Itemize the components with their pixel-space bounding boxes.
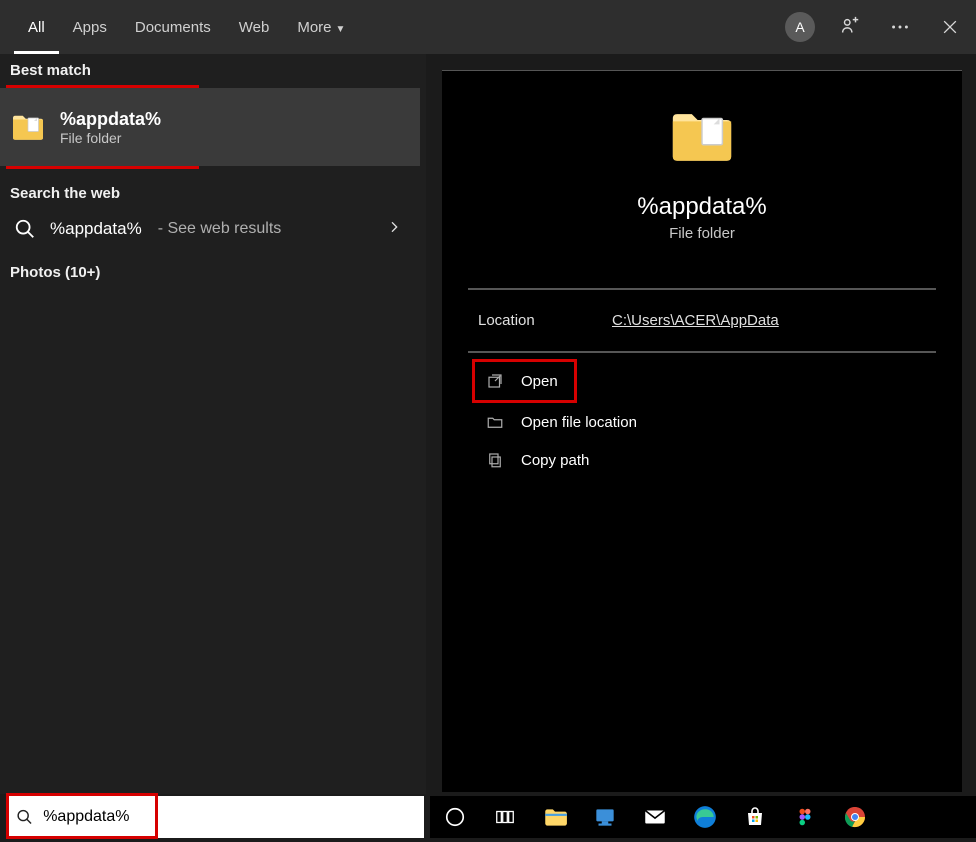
results-pane: Best match %appdata% File folder Search … <box>0 54 426 794</box>
taskbar-store-icon[interactable] <box>736 798 774 836</box>
action-copy-path[interactable]: Copy path <box>472 441 962 479</box>
account-avatar[interactable]: A <box>782 9 818 45</box>
chevron-right-icon <box>386 219 402 240</box>
taskbar-taskview-icon[interactable] <box>486 798 524 836</box>
feedback-icon[interactable] <box>832 9 868 45</box>
preview-pane: %appdata% File folder Location C:\Users\… <box>442 70 962 792</box>
tab-web[interactable]: Web <box>225 0 284 54</box>
action-open-location-label: Open file location <box>521 414 637 431</box>
folder-large-icon <box>667 101 737 171</box>
search-web-label: Search the web <box>0 169 426 208</box>
web-result-suffix: - See web results <box>158 220 282 238</box>
web-result-query: %appdata% <box>50 219 142 239</box>
action-open[interactable]: Open <box>475 362 574 400</box>
taskbar-mail-icon[interactable] <box>636 798 674 836</box>
photos-label[interactable]: Photos (10+) <box>0 250 426 287</box>
search-input-bar[interactable] <box>6 796 424 838</box>
taskbar-explorer-icon[interactable] <box>536 798 574 836</box>
best-match-item[interactable]: %appdata% File folder <box>0 88 420 166</box>
taskbar <box>430 796 976 838</box>
preview-subtitle: File folder <box>669 225 735 242</box>
copy-icon <box>485 450 505 470</box>
best-match-title: %appdata% <box>60 109 161 130</box>
folder-open-icon <box>485 412 505 432</box>
tab-documents[interactable]: Documents <box>121 0 225 54</box>
location-row: Location C:\Users\ACER\AppData <box>442 290 962 351</box>
action-open-location[interactable]: Open file location <box>472 403 962 441</box>
highlight-open: Open <box>472 359 577 403</box>
taskbar-edge-icon[interactable] <box>686 798 724 836</box>
tab-more[interactable]: More▼ <box>283 0 359 54</box>
action-open-label: Open <box>521 373 558 390</box>
search-filter-tabbar: All Apps Documents Web More▼ A <box>0 0 976 54</box>
avatar-letter: A <box>785 12 815 42</box>
location-label: Location <box>478 312 612 329</box>
location-path[interactable]: C:\Users\ACER\AppData <box>612 312 779 329</box>
taskbar-cortana-icon[interactable] <box>436 798 474 836</box>
preview-title: %appdata% <box>637 193 766 221</box>
chevron-down-icon: ▼ <box>336 24 346 35</box>
web-result-item[interactable]: %appdata% - See web results <box>0 208 418 250</box>
windows-search-panel: All Apps Documents Web More▼ A Best m <box>0 0 976 842</box>
folder-icon <box>10 109 46 145</box>
search-icon <box>14 218 36 240</box>
more-options-icon[interactable] <box>882 9 918 45</box>
action-copy-path-label: Copy path <box>521 452 589 469</box>
open-icon <box>485 371 505 391</box>
search-icon <box>16 808 33 826</box>
taskbar-figma-icon[interactable] <box>786 798 824 836</box>
highlight-best-match: %appdata% File folder <box>6 85 199 169</box>
close-icon[interactable] <box>932 9 968 45</box>
tab-apps[interactable]: Apps <box>59 0 121 54</box>
search-input[interactable] <box>33 808 414 826</box>
tab-all[interactable]: All <box>14 0 59 54</box>
taskbar-chrome-icon[interactable] <box>836 798 874 836</box>
best-match-subtitle: File folder <box>60 130 161 146</box>
taskbar-settings-icon[interactable] <box>586 798 624 836</box>
best-match-label: Best match <box>0 54 426 85</box>
